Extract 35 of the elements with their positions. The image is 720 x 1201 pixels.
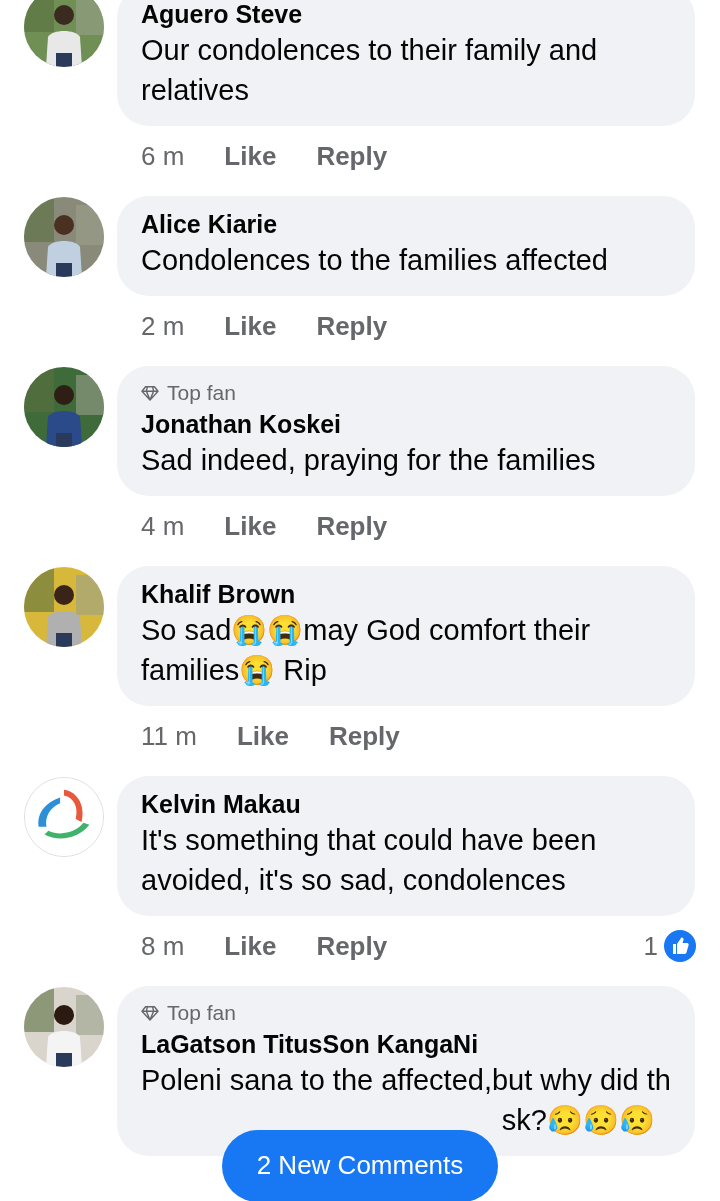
comment-time: 4 m	[141, 509, 185, 543]
top-fan-label: Top fan	[167, 1000, 236, 1027]
reply-button[interactable]: Reply	[316, 306, 388, 346]
commenter-name[interactable]: Alice Kiarie	[141, 208, 675, 240]
comment-time: 8 m	[141, 929, 185, 963]
like-button[interactable]: Like	[224, 506, 277, 546]
commenter-name[interactable]: Khalif Brown	[141, 578, 675, 610]
comment-text: Poleni sana to the affected,but why did th	[141, 1063, 672, 1098]
reply-button[interactable]: Reply	[316, 506, 388, 546]
comment-text: Sad indeed, praying for the families	[141, 443, 597, 478]
comment-time: 11 m	[141, 719, 197, 753]
like-button[interactable]: Like	[224, 136, 277, 176]
commenter-name[interactable]: LaGatson TitusSon KangaNi	[141, 1028, 675, 1060]
like-button[interactable]: Like	[224, 306, 277, 346]
top-fan-label: Top fan	[167, 380, 236, 407]
comment-text: So sad😭😭may God comfort their families😭 Rip	[141, 613, 592, 688]
reply-button[interactable]: Reply	[316, 926, 388, 966]
new-comments-button[interactable]: 2 New Comments	[222, 1130, 498, 1201]
like-icon	[664, 930, 696, 962]
comment-text: Condolences to the families affected	[141, 243, 609, 278]
reply-button[interactable]: Reply	[316, 136, 388, 176]
comment-text: Our condolences to their family and relatives	[141, 33, 599, 108]
diamond-icon	[141, 1005, 159, 1021]
comment-text: sk?😥😥😥	[501, 1103, 655, 1138]
commenter-name[interactable]: Jonathan Koskei	[141, 408, 675, 440]
comment-text: It's something that could have been avoided, it's so sad, condolences	[141, 823, 598, 898]
comment-time: 2 m	[141, 309, 185, 343]
reply-button[interactable]: Reply	[328, 716, 400, 756]
comment-time: 6 m	[141, 139, 185, 173]
like-button[interactable]: Like	[236, 716, 289, 756]
like-button[interactable]: Like	[224, 926, 277, 966]
commenter-name[interactable]: Kelvin Makau	[141, 788, 675, 820]
reaction-count: 1	[643, 929, 658, 963]
diamond-icon	[141, 385, 159, 401]
commenter-name[interactable]: Aguero Steve	[141, 0, 675, 30]
